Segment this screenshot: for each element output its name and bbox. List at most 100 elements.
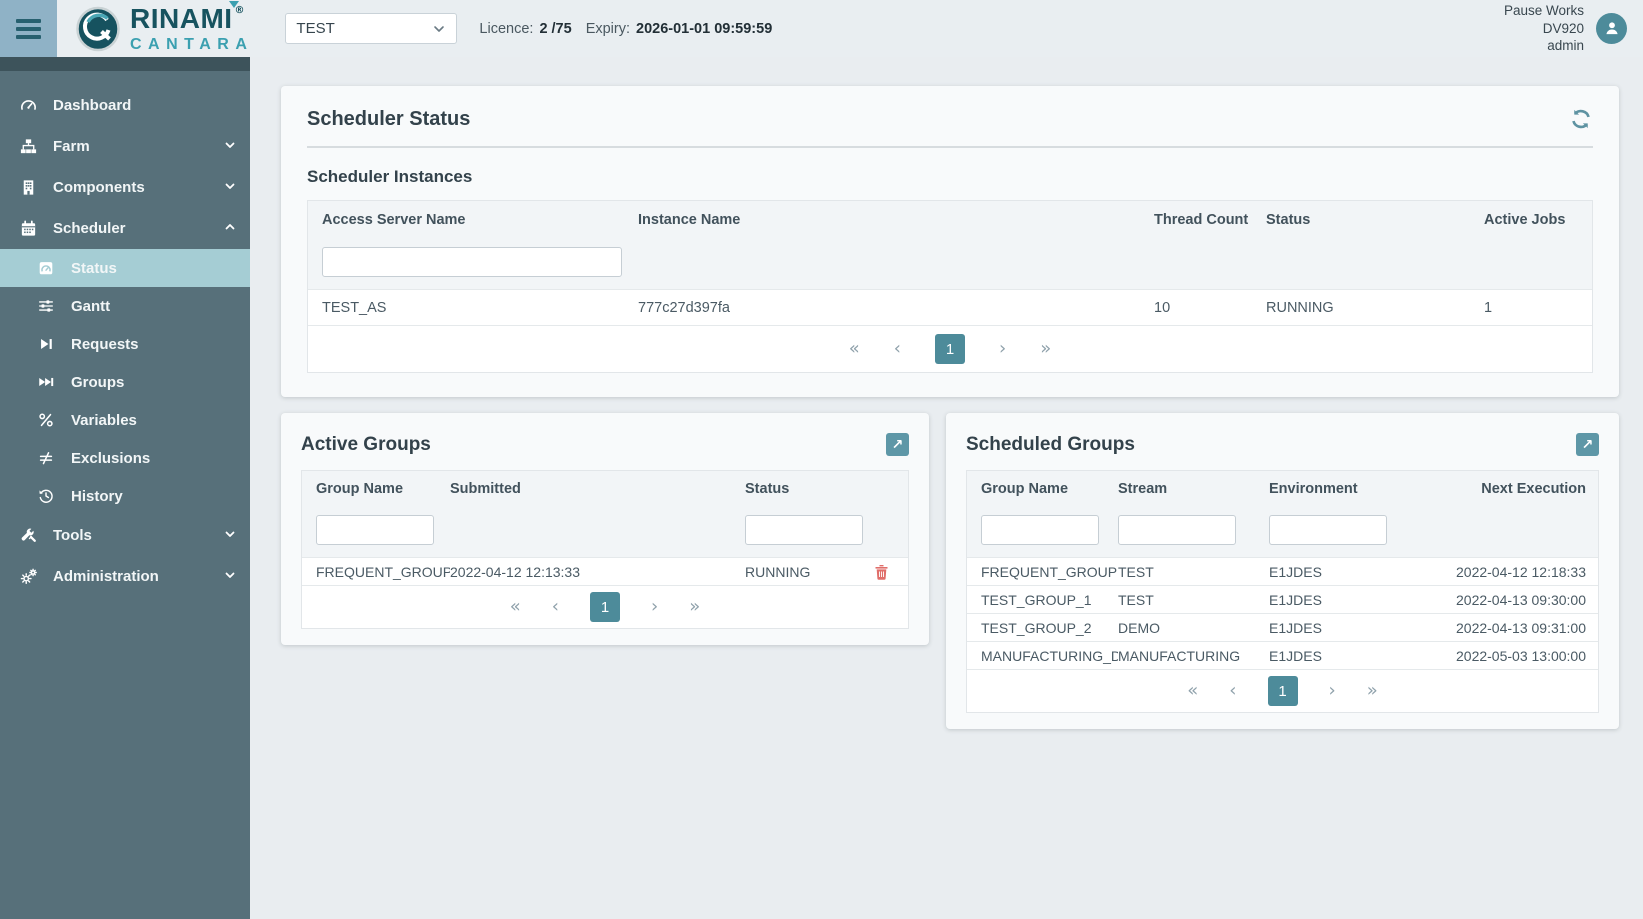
pagination: « ‹ 1 › » bbox=[967, 669, 1598, 712]
sidebar-item-label: Dashboard bbox=[53, 97, 236, 114]
next-page-button[interactable]: › bbox=[651, 598, 658, 616]
external-link-icon[interactable]: ↗ bbox=[1576, 433, 1599, 456]
column-header: Environment bbox=[1269, 481, 1417, 497]
percent-icon bbox=[36, 411, 56, 429]
thread-count-cell: 10 bbox=[1154, 300, 1266, 316]
logo-text: RINAMI ® CANTARA bbox=[130, 5, 253, 53]
group-name-cell: TEST_GROUP_2 bbox=[967, 620, 1118, 636]
stream-filter-input[interactable] bbox=[1118, 515, 1236, 545]
access-server-name-cell: TEST_AS bbox=[308, 300, 638, 316]
current-page-button[interactable]: 1 bbox=[1268, 676, 1298, 706]
group-name-filter-input[interactable] bbox=[981, 515, 1099, 545]
table-row[interactable]: FREQUENT_GROUP 2022-04-12 12:13:33 RUNNI… bbox=[302, 557, 908, 585]
next-execution-cell: 2022-04-13 09:30:00 bbox=[1417, 592, 1598, 608]
pagination: « ‹ 1 › » bbox=[302, 585, 908, 628]
first-page-button[interactable]: « bbox=[849, 340, 860, 358]
first-page-button[interactable]: « bbox=[510, 598, 521, 616]
not-equal-icon bbox=[36, 449, 56, 467]
divider bbox=[307, 146, 1593, 148]
stream-cell: MANUFACTURING bbox=[1118, 648, 1269, 664]
sidebar-item-farm[interactable]: Farm bbox=[0, 126, 250, 167]
active-groups-card: Active Groups ↗ Group Name Submitted Sta… bbox=[281, 413, 929, 645]
sidebar-item-status[interactable]: Status bbox=[0, 249, 250, 287]
sidebar-item-variables[interactable]: Variables bbox=[0, 401, 250, 439]
logo-accent bbox=[229, 1, 239, 8]
step-forward-icon bbox=[36, 335, 56, 353]
refresh-icon[interactable] bbox=[1569, 107, 1593, 131]
previous-page-button[interactable]: ‹ bbox=[552, 598, 559, 616]
sliders-icon bbox=[36, 297, 56, 315]
delete-group-button[interactable] bbox=[874, 564, 908, 580]
table-row[interactable]: TEST_GROUP_1 TEST E1JDES 2022-04-13 09:3… bbox=[967, 585, 1598, 613]
tools-icon bbox=[18, 526, 38, 545]
environment-cell: E1JDES bbox=[1269, 648, 1417, 664]
user-environment: DV920 bbox=[1504, 20, 1584, 38]
group-name-filter-input[interactable] bbox=[316, 515, 434, 545]
sidebar-item-groups[interactable]: Groups bbox=[0, 363, 250, 401]
first-page-button[interactable]: « bbox=[1187, 682, 1198, 700]
next-execution-cell: 2022-04-12 12:18:33 bbox=[1417, 564, 1598, 580]
expiry-label: Expiry: bbox=[586, 21, 630, 37]
next-execution-cell: 2022-04-13 09:31:00 bbox=[1417, 620, 1598, 636]
column-header: Access Server Name bbox=[308, 212, 638, 228]
last-page-button[interactable]: » bbox=[689, 598, 700, 616]
sidebar-item-label: Gantt bbox=[71, 298, 236, 315]
next-page-button[interactable]: › bbox=[1329, 682, 1336, 700]
access-server-name-filter-input[interactable] bbox=[322, 247, 622, 277]
sidebar-item-tools[interactable]: Tools bbox=[0, 515, 250, 556]
sidebar-item-dashboard[interactable]: Dashboard bbox=[0, 85, 250, 126]
environment-cell: E1JDES bbox=[1269, 564, 1417, 580]
group-name-cell: FREQUENT_GROUP bbox=[967, 564, 1118, 580]
sidebar-item-label: Requests bbox=[71, 336, 236, 353]
environment-cell: E1JDES bbox=[1269, 592, 1417, 608]
sidebar-item-label: History bbox=[71, 488, 236, 505]
hamburger-bar bbox=[16, 27, 41, 31]
current-page-button[interactable]: 1 bbox=[935, 334, 965, 364]
environment-select[interactable]: TEST bbox=[285, 13, 457, 44]
logo-mark-icon bbox=[75, 6, 121, 52]
scheduled-groups-table: Group Name Stream Environment Next Execu… bbox=[966, 470, 1599, 713]
column-header: Submitted bbox=[450, 481, 745, 497]
previous-page-button[interactable]: ‹ bbox=[1229, 682, 1236, 700]
sitemap-icon bbox=[18, 137, 38, 156]
user-avatar-icon[interactable] bbox=[1596, 13, 1627, 44]
last-page-button[interactable]: » bbox=[1040, 340, 1051, 358]
logo-word-rinami: RINAMI bbox=[130, 5, 233, 33]
hamburger-bar bbox=[16, 19, 41, 23]
table-row[interactable]: MANUFACTURING_DAY_ MANUFACTURING E1JDES … bbox=[967, 641, 1598, 669]
next-page-button[interactable]: › bbox=[999, 340, 1006, 358]
hamburger-bar bbox=[16, 35, 41, 39]
expiry-value: 2026-01-01 09:59:59 bbox=[636, 21, 772, 37]
status-filter-input[interactable] bbox=[745, 515, 863, 545]
previous-page-button[interactable]: ‹ bbox=[894, 340, 901, 358]
sidebar-item-history[interactable]: History bbox=[0, 477, 250, 515]
next-execution-cell: 2022-05-03 13:00:00 bbox=[1417, 648, 1598, 664]
environment-filter-input[interactable] bbox=[1269, 515, 1387, 545]
current-page-button[interactable]: 1 bbox=[590, 592, 620, 622]
sidebar-item-scheduler[interactable]: Scheduler bbox=[0, 208, 250, 249]
stream-cell: TEST bbox=[1118, 592, 1269, 608]
scheduler-instances-table: Access Server Name Instance Name Thread … bbox=[307, 200, 1593, 373]
sidebar: Dashboard Farm bbox=[0, 57, 250, 919]
scheduled-groups-card: Scheduled Groups ↗ Group Name Stream Env… bbox=[946, 413, 1619, 729]
gauge-icon bbox=[18, 96, 38, 115]
external-link-icon[interactable]: ↗ bbox=[886, 433, 909, 456]
column-header: Status bbox=[745, 481, 874, 497]
sidebar-item-label: Components bbox=[53, 179, 209, 196]
main-content: Scheduler Status Scheduler Instances Acc… bbox=[250, 57, 1643, 919]
sidebar-item-components[interactable]: Components bbox=[0, 167, 250, 208]
sidebar-item-label: Scheduler bbox=[53, 220, 209, 237]
sidebar-item-label: Status bbox=[71, 260, 236, 277]
table-row[interactable]: FREQUENT_GROUP TEST E1JDES 2022-04-12 12… bbox=[967, 557, 1598, 585]
hamburger-menu-icon[interactable] bbox=[0, 0, 57, 57]
status-cell: RUNNING bbox=[745, 564, 874, 580]
sidebar-item-gantt[interactable]: Gantt bbox=[0, 287, 250, 325]
table-row[interactable]: TEST_GROUP_2 DEMO E1JDES 2022-04-13 09:3… bbox=[967, 613, 1598, 641]
gears-icon bbox=[18, 567, 38, 586]
environment-select-value: TEST bbox=[296, 20, 334, 37]
last-page-button[interactable]: » bbox=[1367, 682, 1378, 700]
sidebar-item-administration[interactable]: Administration bbox=[0, 556, 250, 597]
sidebar-item-exclusions[interactable]: Exclusions bbox=[0, 439, 250, 477]
sidebar-item-requests[interactable]: Requests bbox=[0, 325, 250, 363]
table-row[interactable]: TEST_AS 777c27d397fa 10 RUNNING 1 bbox=[308, 289, 1592, 325]
